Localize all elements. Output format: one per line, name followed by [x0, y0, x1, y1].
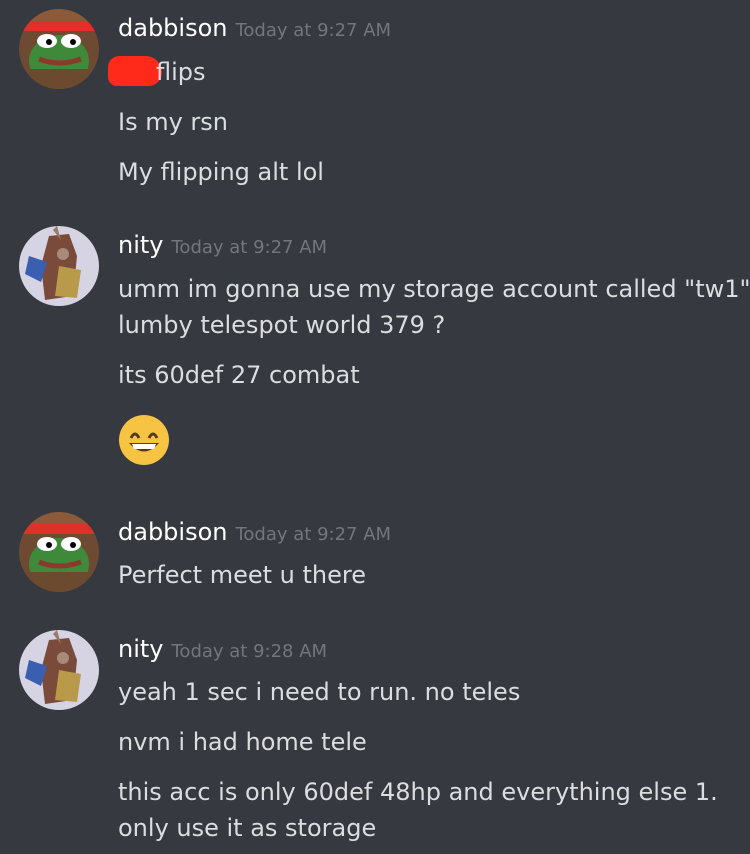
username-dabbison[interactable]: dabbison Today at 9:27 AM — [118, 517, 391, 550]
message-line: yeah 1 sec i need to run. no teles — [118, 678, 521, 706]
username-text[interactable]: dabbison — [118, 14, 227, 42]
message-line: nvm i had home tele — [118, 728, 367, 756]
grinning-face-icon[interactable] — [118, 414, 170, 470]
message-text: flips — [156, 58, 206, 86]
username-text[interactable]: nity — [118, 231, 164, 259]
timestamp: Today at 9:27 AM — [235, 524, 392, 545]
message-line: My flipping alt lol — [118, 158, 324, 186]
username-text[interactable]: dabbison — [118, 518, 227, 546]
message-line: this acc is only 60def 48hp and everythi… — [118, 778, 718, 806]
message-line: flips — [108, 54, 206, 90]
timestamp: Today at 9:27 AM — [171, 237, 328, 258]
pepe-frog-avatar-icon — [19, 9, 99, 89]
message-line: lumby telespot world 379 ? — [118, 311, 446, 339]
message-line: only use it as storage — [118, 814, 377, 842]
avatar-dabbison[interactable] — [19, 9, 99, 89]
warrior-avatar-icon — [19, 226, 99, 306]
warrior-avatar-icon — [19, 630, 99, 710]
username-nity[interactable]: nity Today at 9:27 AM — [118, 230, 327, 263]
timestamp: Today at 9:28 AM — [171, 641, 328, 662]
avatar-dabbison[interactable] — [19, 512, 99, 592]
avatar-nity[interactable] — [19, 630, 99, 710]
message-line: Perfect meet u there — [118, 561, 366, 589]
redaction-mark — [108, 56, 162, 86]
pepe-frog-avatar-icon — [19, 512, 99, 592]
message-line: its 60def 27 combat — [118, 361, 360, 389]
username-text[interactable]: nity — [118, 635, 164, 663]
username-nity[interactable]: nity Today at 9:28 AM — [118, 634, 327, 667]
username-dabbison[interactable]: dabbison Today at 9:27 AM — [118, 13, 391, 46]
message-line: Is my rsn — [118, 108, 229, 136]
avatar-nity[interactable] — [19, 226, 99, 306]
message-group-dabbison-1: dabbison Today at 9:27 AM flips Is my rsn… — [0, 0, 750, 210]
message-line: umm im gonna use my storage account call… — [118, 275, 750, 303]
timestamp: Today at 9:27 AM — [235, 20, 392, 41]
